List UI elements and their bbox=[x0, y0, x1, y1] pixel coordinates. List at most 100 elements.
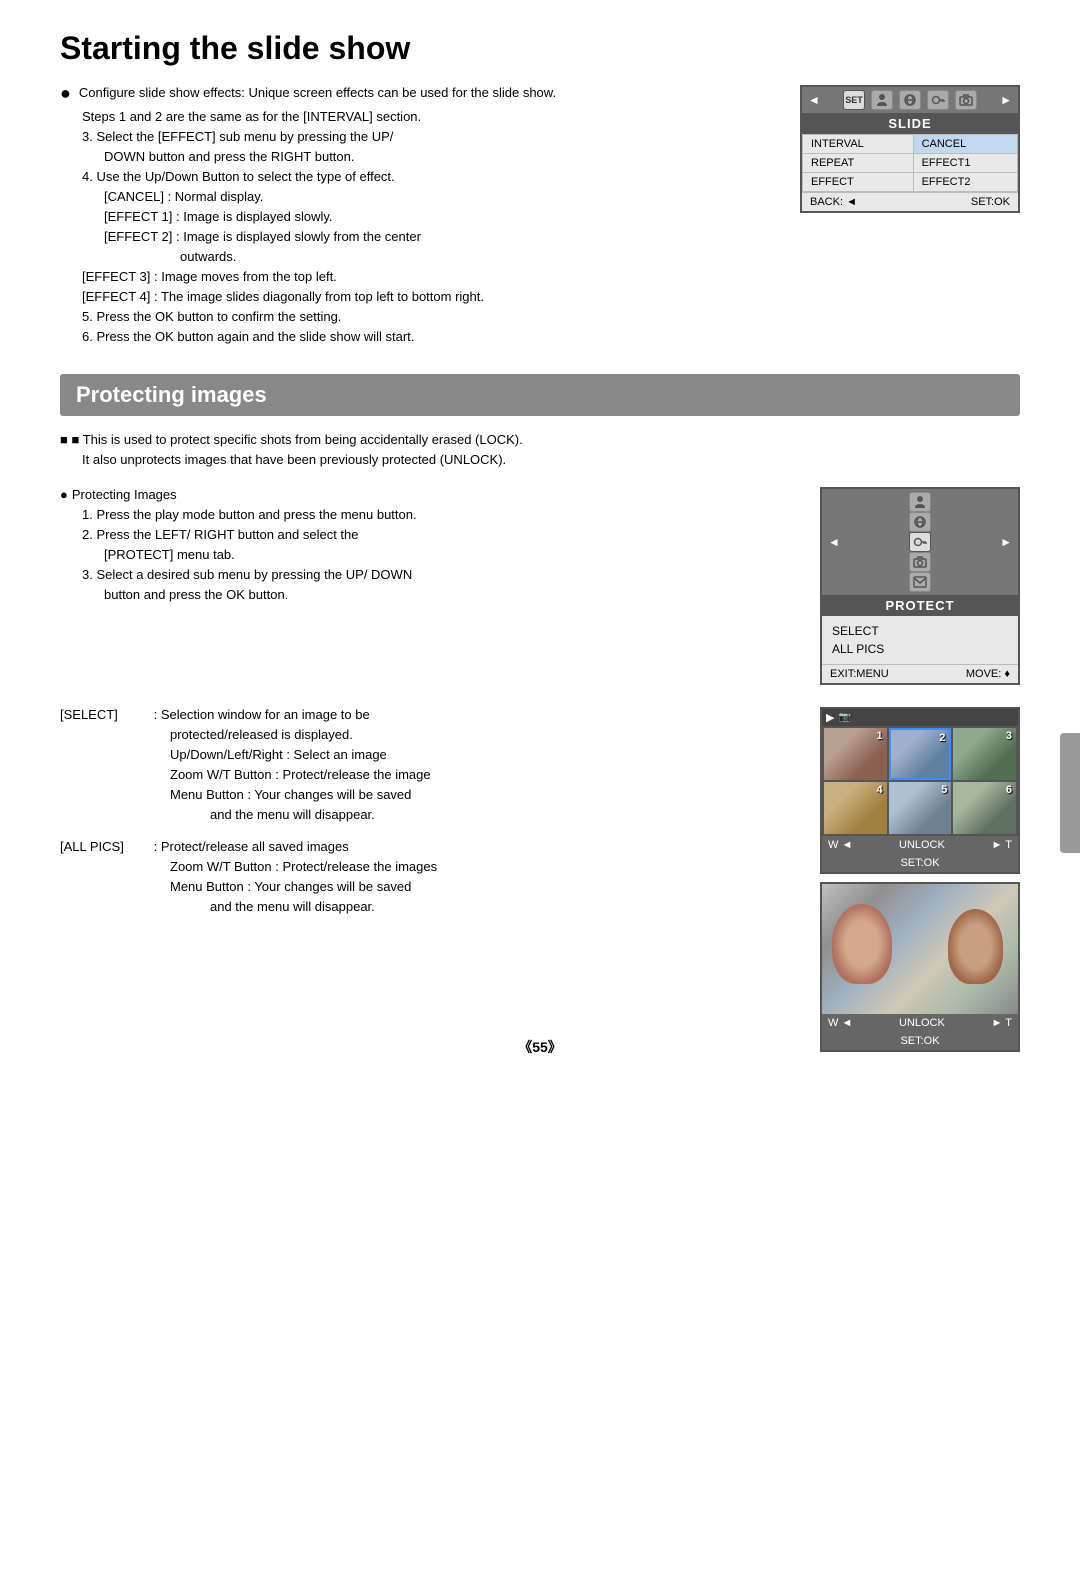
slide-menu-box: ◄ SET ► SLIDE INTERVAL bbox=[800, 85, 1020, 213]
preview-t-label: ► T bbox=[992, 1017, 1012, 1029]
allpics-desc2: Zoom W/T Button : Protect/release the im… bbox=[170, 859, 660, 874]
grid-t-label: ► T bbox=[992, 839, 1012, 851]
camera-icon bbox=[955, 90, 977, 110]
step3-text: 3. Select the [EFFECT] sub menu by press… bbox=[82, 129, 660, 144]
cancel-cell: CANCEL bbox=[913, 135, 1017, 154]
grid-cell-2: 2 bbox=[889, 728, 952, 780]
arrow-right-icon: ► bbox=[1000, 93, 1012, 107]
preview-setok-label: SET:OK bbox=[900, 1035, 939, 1047]
cell-num-2: 2 bbox=[939, 732, 945, 744]
protect-text-col: ● Protecting Images 1. Press the play mo… bbox=[60, 487, 660, 602]
effect1-cell: EFFECT1 bbox=[913, 154, 1017, 173]
page-title: Starting the slide show bbox=[60, 30, 1020, 67]
slide-menu-title: SLIDE bbox=[802, 113, 1018, 134]
grid-cell-3: 3 bbox=[953, 728, 1016, 780]
select-line: [SELECT] : Selection window for an image… bbox=[60, 707, 660, 722]
cell-num-6: 6 bbox=[1006, 784, 1012, 796]
grid-unlock-label: UNLOCK bbox=[899, 839, 945, 851]
effect2b-text: outwards. bbox=[180, 249, 660, 264]
protect-desc-section: [SELECT] : Selection window for an image… bbox=[60, 707, 1020, 1007]
protect-preview-img bbox=[822, 884, 1018, 1014]
step4-text: 4. Use the Up/Down Button to select the … bbox=[82, 169, 660, 184]
grid-cell-5: 5 bbox=[889, 782, 952, 834]
interval-cell: INTERVAL bbox=[803, 135, 914, 154]
protecting-images-header: Protecting images bbox=[60, 374, 1020, 416]
cell-num-5: 5 bbox=[941, 784, 947, 796]
slideshow-section: ● Configure slide show effects: Unique s… bbox=[60, 85, 1020, 344]
allpics-line: [ALL PICS] : Protect/release all saved i… bbox=[60, 839, 660, 854]
person-icon2 bbox=[909, 492, 931, 512]
set-icon: SET bbox=[843, 90, 865, 110]
allpics-desc4: and the menu will disappear. bbox=[210, 899, 660, 914]
protect-step3b: button and press the OK button. bbox=[104, 587, 660, 602]
protect-grid: 1 2 3 4 5 6 bbox=[822, 726, 1018, 836]
allpics-label: [ALL PICS] bbox=[60, 839, 150, 854]
arrow-right-icon2: ► bbox=[1000, 535, 1012, 549]
protecting-images-bullet: ● Protecting Images bbox=[60, 487, 660, 502]
protect-image-footer2: SET:OK bbox=[822, 854, 1018, 872]
repeat-cell: REPEAT bbox=[803, 154, 914, 173]
preview-w-label: W ◄ bbox=[828, 1017, 852, 1029]
protect-preview-footer: W ◄ UNLOCK ► T bbox=[822, 1014, 1018, 1032]
protect-status-icon: 📷 bbox=[838, 712, 850, 723]
play-icon: ▶ bbox=[826, 711, 834, 724]
protect-icon-group bbox=[909, 492, 931, 592]
cell-num-4: 4 bbox=[877, 784, 883, 796]
grid-w-label: W ◄ bbox=[828, 839, 852, 851]
step5-text: 5. Press the OK button to confirm the se… bbox=[82, 309, 660, 324]
table-row: EFFECT EFFECT2 bbox=[803, 173, 1018, 192]
grid-cell-1: 1 bbox=[824, 728, 887, 780]
key-icon2 bbox=[909, 532, 931, 552]
grid-setok-label: SET:OK bbox=[900, 857, 939, 869]
protect-step2: 2. Press the LEFT/ RIGHT button and sele… bbox=[82, 527, 660, 542]
bullet-dot-1: ● bbox=[60, 83, 71, 104]
bullet-dot-2: ● bbox=[60, 487, 68, 502]
protect-preview-footer2: SET:OK bbox=[822, 1032, 1018, 1050]
cell-num-1: 1 bbox=[877, 730, 883, 742]
right-sidebar-tab bbox=[1060, 733, 1080, 853]
exit-menu-label: EXIT:MENU bbox=[830, 668, 889, 680]
slide-menu-table: INTERVAL CANCEL REPEAT EFFECT1 EFFECT EF… bbox=[802, 134, 1018, 192]
slide-menu-footer: BACK: ◄ SET:OK bbox=[802, 192, 1018, 211]
protect-intro2: It also unprotects images that have been… bbox=[82, 452, 1020, 467]
protect-step1: 1. Press the play mode button and press … bbox=[82, 507, 660, 522]
black-square-icon: ■ bbox=[60, 432, 71, 447]
steps-note: Steps 1 and 2 are the same as for the [I… bbox=[82, 109, 660, 124]
back-label: BACK: ◄ bbox=[810, 196, 857, 208]
grid-cell-6: 6 bbox=[953, 782, 1016, 834]
protect-step2b: [PROTECT] menu tab. bbox=[104, 547, 660, 562]
arrow-left-icon: ◄ bbox=[808, 93, 820, 107]
allpics-desc1: : Protect/release all saved images bbox=[154, 839, 349, 854]
effect2-cell: EFFECT2 bbox=[913, 173, 1017, 192]
protect-menu-footer: EXIT:MENU MOVE: ♦ bbox=[822, 664, 1018, 683]
protect-menu-box: ◄ ► PROTECT SEL bbox=[820, 487, 1020, 685]
select-item: SELECT bbox=[832, 622, 1008, 640]
effect-cell: EFFECT bbox=[803, 173, 914, 192]
configure-text: Configure slide show effects: Unique scr… bbox=[79, 85, 556, 100]
protect-preview-box: W ◄ UNLOCK ► T SET:OK bbox=[820, 882, 1020, 1052]
camera-icon2 bbox=[909, 552, 931, 572]
protect-image-footer: W ◄ UNLOCK ► T bbox=[822, 836, 1018, 854]
select-desc5: Menu Button : Your changes will be saved bbox=[170, 787, 660, 802]
protect-menu-body: SELECT ALL PICS bbox=[822, 616, 1018, 664]
person-icon bbox=[871, 90, 893, 110]
table-row: INTERVAL CANCEL bbox=[803, 135, 1018, 154]
globe-icon bbox=[899, 90, 921, 110]
slide-icon-group: SET bbox=[843, 90, 977, 110]
table-row: REPEAT EFFECT1 bbox=[803, 154, 1018, 173]
effect1-desc: [EFFECT 1] : Image is displayed slowly. bbox=[104, 209, 660, 224]
protect-menu-title: PROTECT bbox=[822, 595, 1018, 616]
bullet-configure: ● Configure slide show effects: Unique s… bbox=[60, 85, 660, 104]
step3b-text: DOWN button and press the RIGHT button. bbox=[104, 149, 660, 164]
select-desc1: : Selection window for an image to be bbox=[154, 707, 370, 722]
allpics-desc3: Menu Button : Your changes will be saved bbox=[170, 879, 660, 894]
select-desc2: protected/released is displayed. bbox=[170, 727, 660, 742]
slideshow-text-col: ● Configure slide show effects: Unique s… bbox=[60, 85, 660, 344]
select-desc3: Up/Down/Left/Right : Select an image bbox=[170, 747, 660, 762]
select-desc6: and the menu will disappear. bbox=[210, 807, 660, 822]
envelope-icon bbox=[909, 572, 931, 592]
grid-cell-4: 4 bbox=[824, 782, 887, 834]
protect-menu-icons: ◄ ► bbox=[822, 489, 1018, 595]
allpics-item: ALL PICS bbox=[832, 640, 1008, 658]
effect4-desc: [EFFECT 4] : The image slides diagonally… bbox=[82, 289, 660, 304]
